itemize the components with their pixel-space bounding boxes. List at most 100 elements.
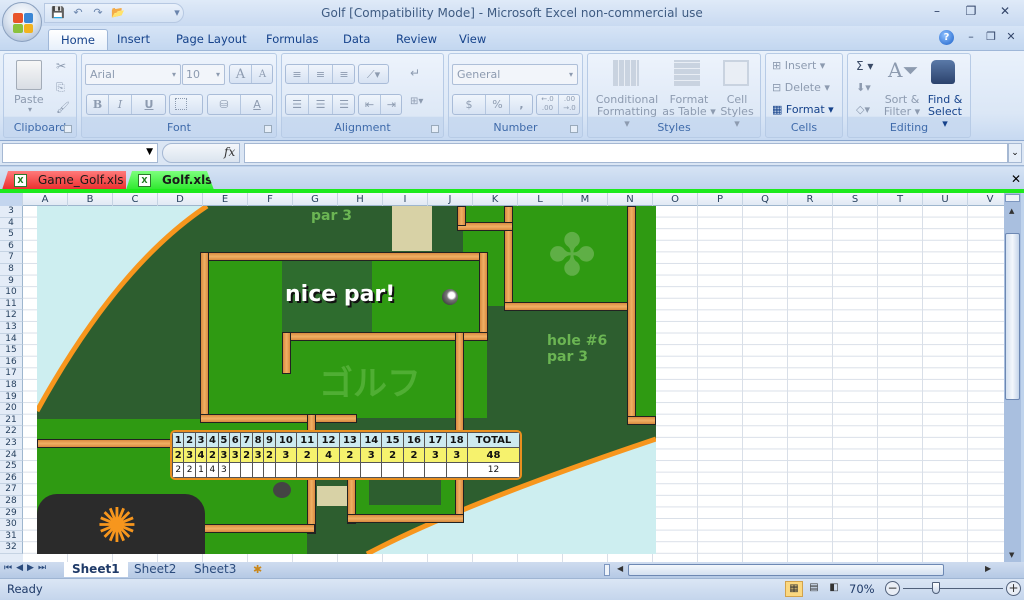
increase-indent-button[interactable]: ⇥ [381,95,402,114]
scroll-up-icon[interactable]: ▲ [1009,207,1014,215]
row-header-14[interactable]: 14 [0,333,23,346]
name-box[interactable]: ▼ [2,143,158,163]
insert-sheet-icon[interactable]: ✱ [253,563,262,576]
vertical-scroll-thumb[interactable] [1005,233,1020,400]
column-header-e[interactable]: E [203,193,248,206]
sheet-tab-sheet3[interactable]: Sheet3 [186,562,244,577]
underline-button[interactable]: U [132,95,166,114]
row-header-15[interactable]: 15 [0,345,23,357]
font-color-button[interactable]: A [241,95,273,114]
tab-home[interactable]: Home [48,29,108,50]
zoom-in-button[interactable]: + [1006,581,1021,596]
sort-filter-button[interactable]: Sort & Filter ▾ [882,94,922,118]
vertical-scrollbar[interactable]: ▲ ▼ [1004,193,1021,562]
undo-icon[interactable]: ↶ [71,6,85,20]
row-header-6[interactable]: 6 [0,240,23,253]
format-as-table-button[interactable]: Format as Table ▾ [661,94,717,118]
column-header-h[interactable]: H [338,193,383,206]
sheet-tab-sheet2[interactable]: Sheet2 [126,562,184,577]
close-workbook-icon[interactable]: ✕ [1011,172,1021,186]
customize-qat-icon[interactable]: ▾ [170,6,184,20]
golf-game-canvas[interactable]: par 3 ✤ ゴルフ nice par! ✺ hole #6 par 3 [37,206,656,554]
workbook-tab-golf[interactable]: X Golf.xls [126,171,214,190]
column-header-f[interactable]: F [248,193,293,206]
column-header-n[interactable]: N [608,193,653,206]
paste-icon[interactable] [16,60,42,90]
horizontal-scroll-thumb[interactable] [628,564,944,576]
shrink-font-button[interactable]: A [252,65,273,83]
column-header-q[interactable]: Q [743,193,788,206]
close-button[interactable]: ✕ [992,2,1018,20]
row-header-8[interactable]: 8 [0,264,23,276]
row-header-30[interactable]: 30 [0,519,23,531]
workbook-close-button[interactable]: ✕ [998,28,1024,46]
italic-button[interactable]: I [109,95,132,114]
align-top-button[interactable]: ≡ [286,65,309,83]
minimize-button[interactable]: – [924,2,950,20]
zoom-level[interactable]: 70% [849,582,875,596]
workbook-tab-game-golf[interactable]: X Game_Golf.xls [2,171,126,190]
align-middle-button[interactable]: ≡ [309,65,333,83]
normal-view-button[interactable]: ▦ [785,581,803,597]
row-header-16[interactable]: 16 [0,356,23,369]
align-left-button[interactable]: ☰ [286,95,309,114]
column-header-p[interactable]: P [698,193,743,206]
row-header-32[interactable]: 32 [0,542,23,554]
align-bottom-button[interactable]: ≡ [333,65,355,83]
increase-decimal-button[interactable]: ←.0 .00 [537,95,559,114]
column-header-j[interactable]: J [428,193,473,206]
row-header-20[interactable]: 20 [0,403,23,415]
row-header-12[interactable]: 12 [0,310,23,322]
column-header-c[interactable]: C [113,193,158,206]
row-header-7[interactable]: 7 [0,252,23,264]
comma-button[interactable]: , [510,95,533,114]
row-header-31[interactable]: 31 [0,530,23,543]
open-folder-icon[interactable]: 📂 [111,6,125,20]
row-header-24[interactable]: 24 [0,449,23,462]
scroll-right-icon[interactable]: ▶ [985,564,991,573]
office-button[interactable] [2,2,42,42]
column-header-u[interactable]: U [923,193,968,206]
zoom-out-button[interactable]: − [885,581,900,596]
expand-formula-bar-icon[interactable]: ⌄ [1008,143,1022,163]
column-header-b[interactable]: B [68,193,113,206]
tab-split-handle[interactable] [604,564,610,576]
row-header-29[interactable]: 29 [0,507,23,520]
fill-color-button[interactable]: ⛁ [208,95,241,114]
row-header-23[interactable]: 23 [0,438,23,450]
decrease-decimal-button[interactable]: .00 →.0 [559,95,580,114]
format-painter-icon[interactable]: 🖌 [56,101,70,114]
column-header-l[interactable]: L [518,193,563,206]
bold-button[interactable]: B [87,95,109,114]
autosum-button[interactable]: Σ ▾ [856,59,873,73]
align-right-button[interactable]: ☰ [333,95,355,114]
tab-review[interactable]: Review [384,29,449,50]
row-header-19[interactable]: 19 [0,391,23,404]
align-center-button[interactable]: ☰ [309,95,333,114]
insert-function-button[interactable]: fx [224,145,235,159]
row-header-13[interactable]: 13 [0,322,23,334]
column-header-a[interactable]: A [23,193,68,206]
split-box-handle[interactable] [1005,194,1020,202]
column-header-m[interactable]: M [563,193,608,206]
grow-font-button[interactable]: A [230,65,252,83]
save-icon[interactable]: 💾 [51,6,65,20]
font-size-combobox[interactable]: 10 ▾ [182,64,225,85]
column-header-s[interactable]: S [833,193,878,206]
merge-center-icon[interactable]: ⊞▾ [410,96,423,107]
restore-button[interactable]: ❐ [958,2,984,20]
row-header-10[interactable]: 10 [0,287,23,299]
scroll-down-icon[interactable]: ▼ [1009,551,1014,559]
zoom-slider-thumb[interactable] [932,582,941,594]
zoom-slider-track[interactable] [903,588,1003,589]
font-name-combobox[interactable]: Arial ▾ [85,64,181,85]
sheet-tab-sheet1[interactable]: Sheet1 [64,562,128,577]
tab-insert[interactable]: Insert [105,29,162,50]
number-format-combobox[interactable]: General ▾ [452,64,578,85]
tab-data[interactable]: Data [331,29,382,50]
tab-view[interactable]: View [447,29,498,50]
decrease-indent-button[interactable]: ⇤ [359,95,381,114]
borders-button[interactable] [169,94,203,115]
orientation-button[interactable]: ⟋▾ [358,64,389,84]
column-header-i[interactable]: I [383,193,428,206]
